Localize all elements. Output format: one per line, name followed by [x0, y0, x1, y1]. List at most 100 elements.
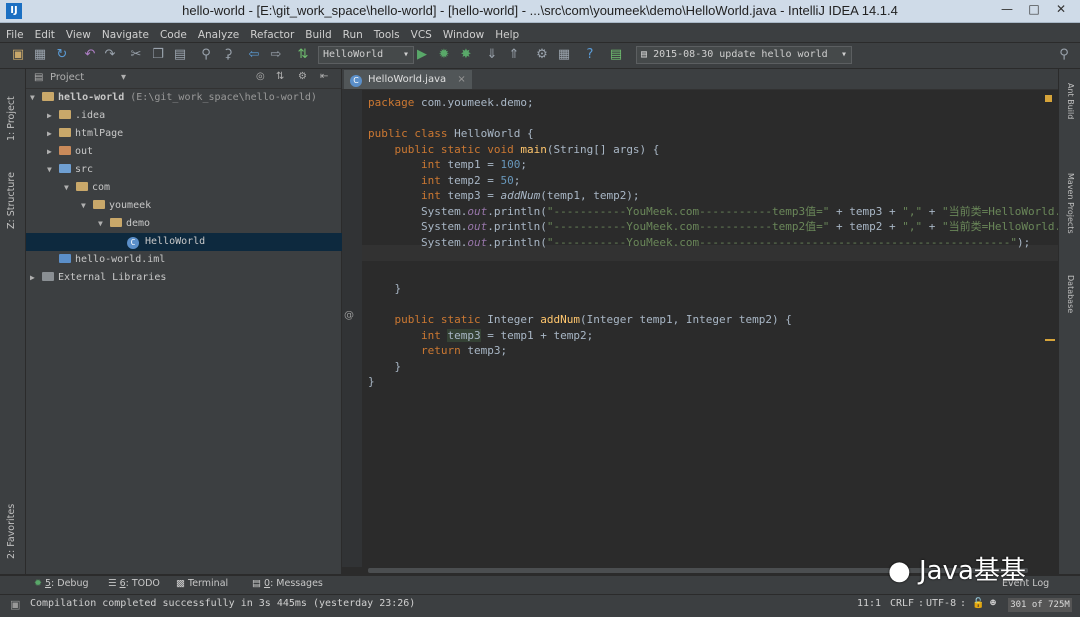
expand-arrow-down-icon[interactable]: ▼	[47, 161, 59, 179]
override-marker-icon[interactable]: @	[344, 310, 354, 321]
expand-arrow-right-icon[interactable]: ▶	[30, 269, 42, 287]
menu-build[interactable]: Build	[299, 27, 336, 41]
structure-tool-tab[interactable]: Z: Structure	[6, 172, 17, 229]
code-line[interactable]: System.out.println("-----------YouMeek.c…	[368, 204, 1058, 219]
code-line[interactable]: int temp3 = addNum(temp1, temp2);	[368, 188, 640, 203]
menu-analyze[interactable]: Analyze	[192, 27, 244, 41]
vcs-update-icon[interactable]: ⇓	[484, 47, 500, 63]
project-view-select[interactable]: Project	[50, 72, 84, 83]
tab-helloworld-java[interactable]: C HelloWorld.java ×	[344, 70, 472, 89]
debug-tool-button[interactable]: ✹ 5: Debug	[34, 578, 89, 589]
menu-tools[interactable]: Tools	[368, 27, 405, 41]
expand-arrow-down-icon[interactable]: ▼	[81, 197, 93, 215]
help-icon[interactable]: ?	[582, 47, 598, 63]
lock-icon[interactable]: 🔓	[972, 598, 984, 609]
expand-arrow-down-icon[interactable]: ▼	[64, 179, 76, 197]
todo-tool-button[interactable]: ☰ 6: TODO	[108, 578, 160, 589]
expand-arrow-right-icon[interactable]: ▶	[47, 125, 59, 143]
vcs-commit-select[interactable]: ▤ 2015-08-30 update hello world ▾	[636, 46, 852, 64]
code-line[interactable]: }	[368, 374, 375, 389]
inspection-status-icon[interactable]	[1045, 95, 1052, 102]
back-icon[interactable]: ⇦	[246, 47, 262, 63]
paste-icon[interactable]: ▤	[172, 47, 188, 63]
menu-code[interactable]: Code	[154, 27, 192, 41]
status-panel-icon[interactable]: ▣	[10, 598, 20, 611]
close-icon[interactable]: ✕	[1050, 2, 1072, 16]
code-line[interactable]: public static void main(String[] args) {	[368, 142, 660, 157]
menu-help[interactable]: Help	[489, 27, 524, 41]
undo-icon[interactable]: ↶	[82, 47, 98, 63]
memory-indicator[interactable]: 301 of 725M	[1008, 598, 1072, 612]
cut-icon[interactable]: ✂	[128, 47, 144, 63]
database-tool-tab[interactable]: Database	[1066, 275, 1075, 313]
terminal-tool-button[interactable]: ▩ Terminal	[176, 578, 228, 589]
maven-projects-tool-tab[interactable]: Maven Projects	[1066, 173, 1075, 234]
tree-item-src[interactable]: ▼ src	[26, 161, 362, 179]
tree-item-hello-world[interactable]: ▼ hello-world (E:\git_work_space\hello-wo…	[26, 89, 345, 107]
menu-navigate[interactable]: Navigate	[96, 27, 154, 41]
status-message[interactable]: Compilation completed successfully in 3s…	[30, 598, 415, 609]
find-icon[interactable]: ⚲	[198, 47, 214, 63]
code-line[interactable]: package com.youmeek.demo;	[368, 95, 534, 110]
chevron-down-icon[interactable]: ▾	[121, 72, 126, 83]
project-tool-tab[interactable]: 1: Project	[6, 96, 17, 141]
project-structure-icon[interactable]: ▦	[556, 47, 572, 63]
menu-edit[interactable]: Edit	[29, 27, 60, 41]
vcs-history-icon[interactable]: ▤	[608, 47, 624, 63]
editor-gutter[interactable]: @	[342, 90, 362, 567]
menu-window[interactable]: Window	[437, 27, 489, 41]
code-line[interactable]: return temp3;	[368, 343, 507, 358]
make-project-icon[interactable]: ⇅	[295, 47, 311, 63]
favorites-tool-tab[interactable]: 2: Favorites	[6, 504, 17, 559]
menu-view[interactable]: View	[60, 27, 96, 41]
hide-panel-icon[interactable]: ⇤	[320, 71, 328, 82]
code-line[interactable]: public static Integer addNum(Integer tem…	[368, 312, 792, 327]
tree-item-idea[interactable]: ▶ .idea	[26, 107, 362, 125]
open-folder-icon[interactable]: ▣	[10, 47, 26, 63]
minimize-icon[interactable]: —	[996, 2, 1018, 16]
coverage-icon[interactable]: ✸	[458, 47, 474, 63]
messages-tool-button[interactable]: ▤ 0: Messages	[252, 578, 323, 589]
expand-arrow-right-icon[interactable]: ▶	[47, 143, 59, 161]
debug-icon[interactable]: ✹	[436, 47, 452, 63]
menu-vcs[interactable]: VCS	[405, 27, 437, 41]
tree-item-youmeek[interactable]: ▼ youmeek	[26, 197, 396, 215]
inspector-icon[interactable]: ☻	[990, 598, 996, 609]
caret-position[interactable]: 11:1	[857, 598, 881, 609]
run-icon[interactable]: ▶	[414, 47, 430, 63]
expand-arrow-right-icon[interactable]: ▶	[47, 107, 59, 125]
gear-icon[interactable]: ⚙	[298, 71, 307, 82]
tree-item-com[interactable]: ▼ com	[26, 179, 379, 197]
sync-icon[interactable]: ↻	[54, 47, 70, 63]
copy-icon[interactable]: ❐	[150, 47, 166, 63]
file-encoding[interactable]: UTF-8	[926, 598, 956, 609]
save-all-icon[interactable]: ▦	[32, 47, 48, 63]
replace-icon[interactable]: ⚳	[220, 47, 236, 63]
tree-item-external-libraries[interactable]: ▶ External Libraries	[26, 269, 345, 287]
search-everywhere-icon[interactable]: ⚲	[1056, 47, 1072, 63]
redo-icon[interactable]: ↷	[102, 47, 118, 63]
scroll-from-source-icon[interactable]: ◎	[256, 71, 265, 82]
settings-icon[interactable]: ⚙	[534, 47, 550, 63]
menu-run[interactable]: Run	[337, 27, 368, 41]
line-separator[interactable]: CRLF	[890, 598, 914, 609]
code-line[interactable]: System.out.println("-----------YouMeek.c…	[368, 219, 1058, 234]
code-editor[interactable]: package com.youmeek.demo; public class He…	[362, 90, 1058, 567]
code-line[interactable]: System.out.println("-----------YouMeek.c…	[368, 235, 1030, 250]
run-config-select[interactable]: HelloWorld ▾	[318, 46, 414, 64]
forward-icon[interactable]: ⇨	[268, 47, 284, 63]
maximize-icon[interactable]: □	[1023, 2, 1045, 16]
code-line[interactable]: }	[368, 281, 401, 296]
vcs-commit-icon[interactable]: ⇑	[506, 47, 522, 63]
code-line[interactable]: }	[368, 359, 401, 374]
close-tab-icon[interactable]: ×	[457, 74, 465, 85]
code-line[interactable]: int temp2 = 50;	[368, 173, 520, 188]
expand-arrow-down-icon[interactable]: ▼	[98, 215, 110, 233]
menu-refactor[interactable]: Refactor	[244, 27, 299, 41]
menu-file[interactable]: File	[0, 27, 29, 41]
error-stripe-mark[interactable]	[1045, 339, 1055, 341]
code-line[interactable]: public class HelloWorld {	[368, 126, 534, 141]
code-line[interactable]: int temp3 = temp1 + temp2;	[368, 328, 593, 343]
tree-item-htmlpage[interactable]: ▶ htmlPage	[26, 125, 362, 143]
ant-build-tool-tab[interactable]: Ant Build	[1066, 83, 1075, 119]
